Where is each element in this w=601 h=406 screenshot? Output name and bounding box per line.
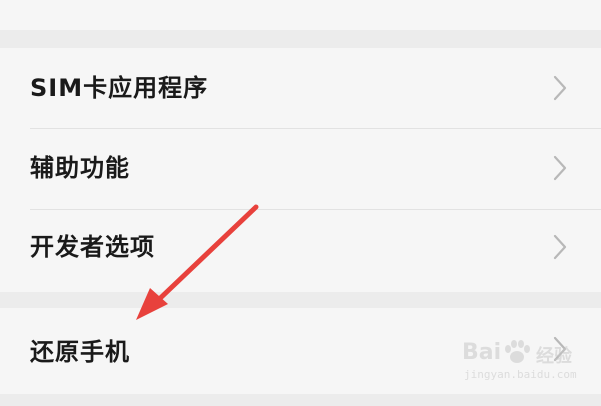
settings-item-label: 开发者选项 <box>30 233 155 261</box>
watermark-url: jingyan.baidu.com <box>464 368 577 381</box>
settings-item-accessibility[interactable]: 辅助功能 <box>0 129 601 209</box>
watermark-brand-cn: 经验 <box>536 346 572 367</box>
settings-item-developer-options[interactable]: 开发者选项 <box>0 210 601 292</box>
chevron-right-icon <box>549 73 571 103</box>
chevron-right-icon <box>549 153 571 183</box>
baidu-jingyan-watermark: Bai 经验 jingyan.baidu.com <box>462 338 592 388</box>
settings-item-label: 还原手机 <box>30 338 130 366</box>
paw-icon <box>502 338 532 370</box>
settings-item-sim-apps[interactable]: SIM卡应用程序 <box>0 48 601 128</box>
watermark-brand: Bai <box>462 340 502 365</box>
chevron-right-icon <box>549 232 571 262</box>
settings-item-label: 辅助功能 <box>30 154 130 182</box>
previous-section-card <box>0 0 601 30</box>
settings-group-1: SIM卡应用程序 辅助功能 开发者选项 <box>0 48 601 292</box>
settings-item-label: SIM卡应用程序 <box>30 74 209 102</box>
